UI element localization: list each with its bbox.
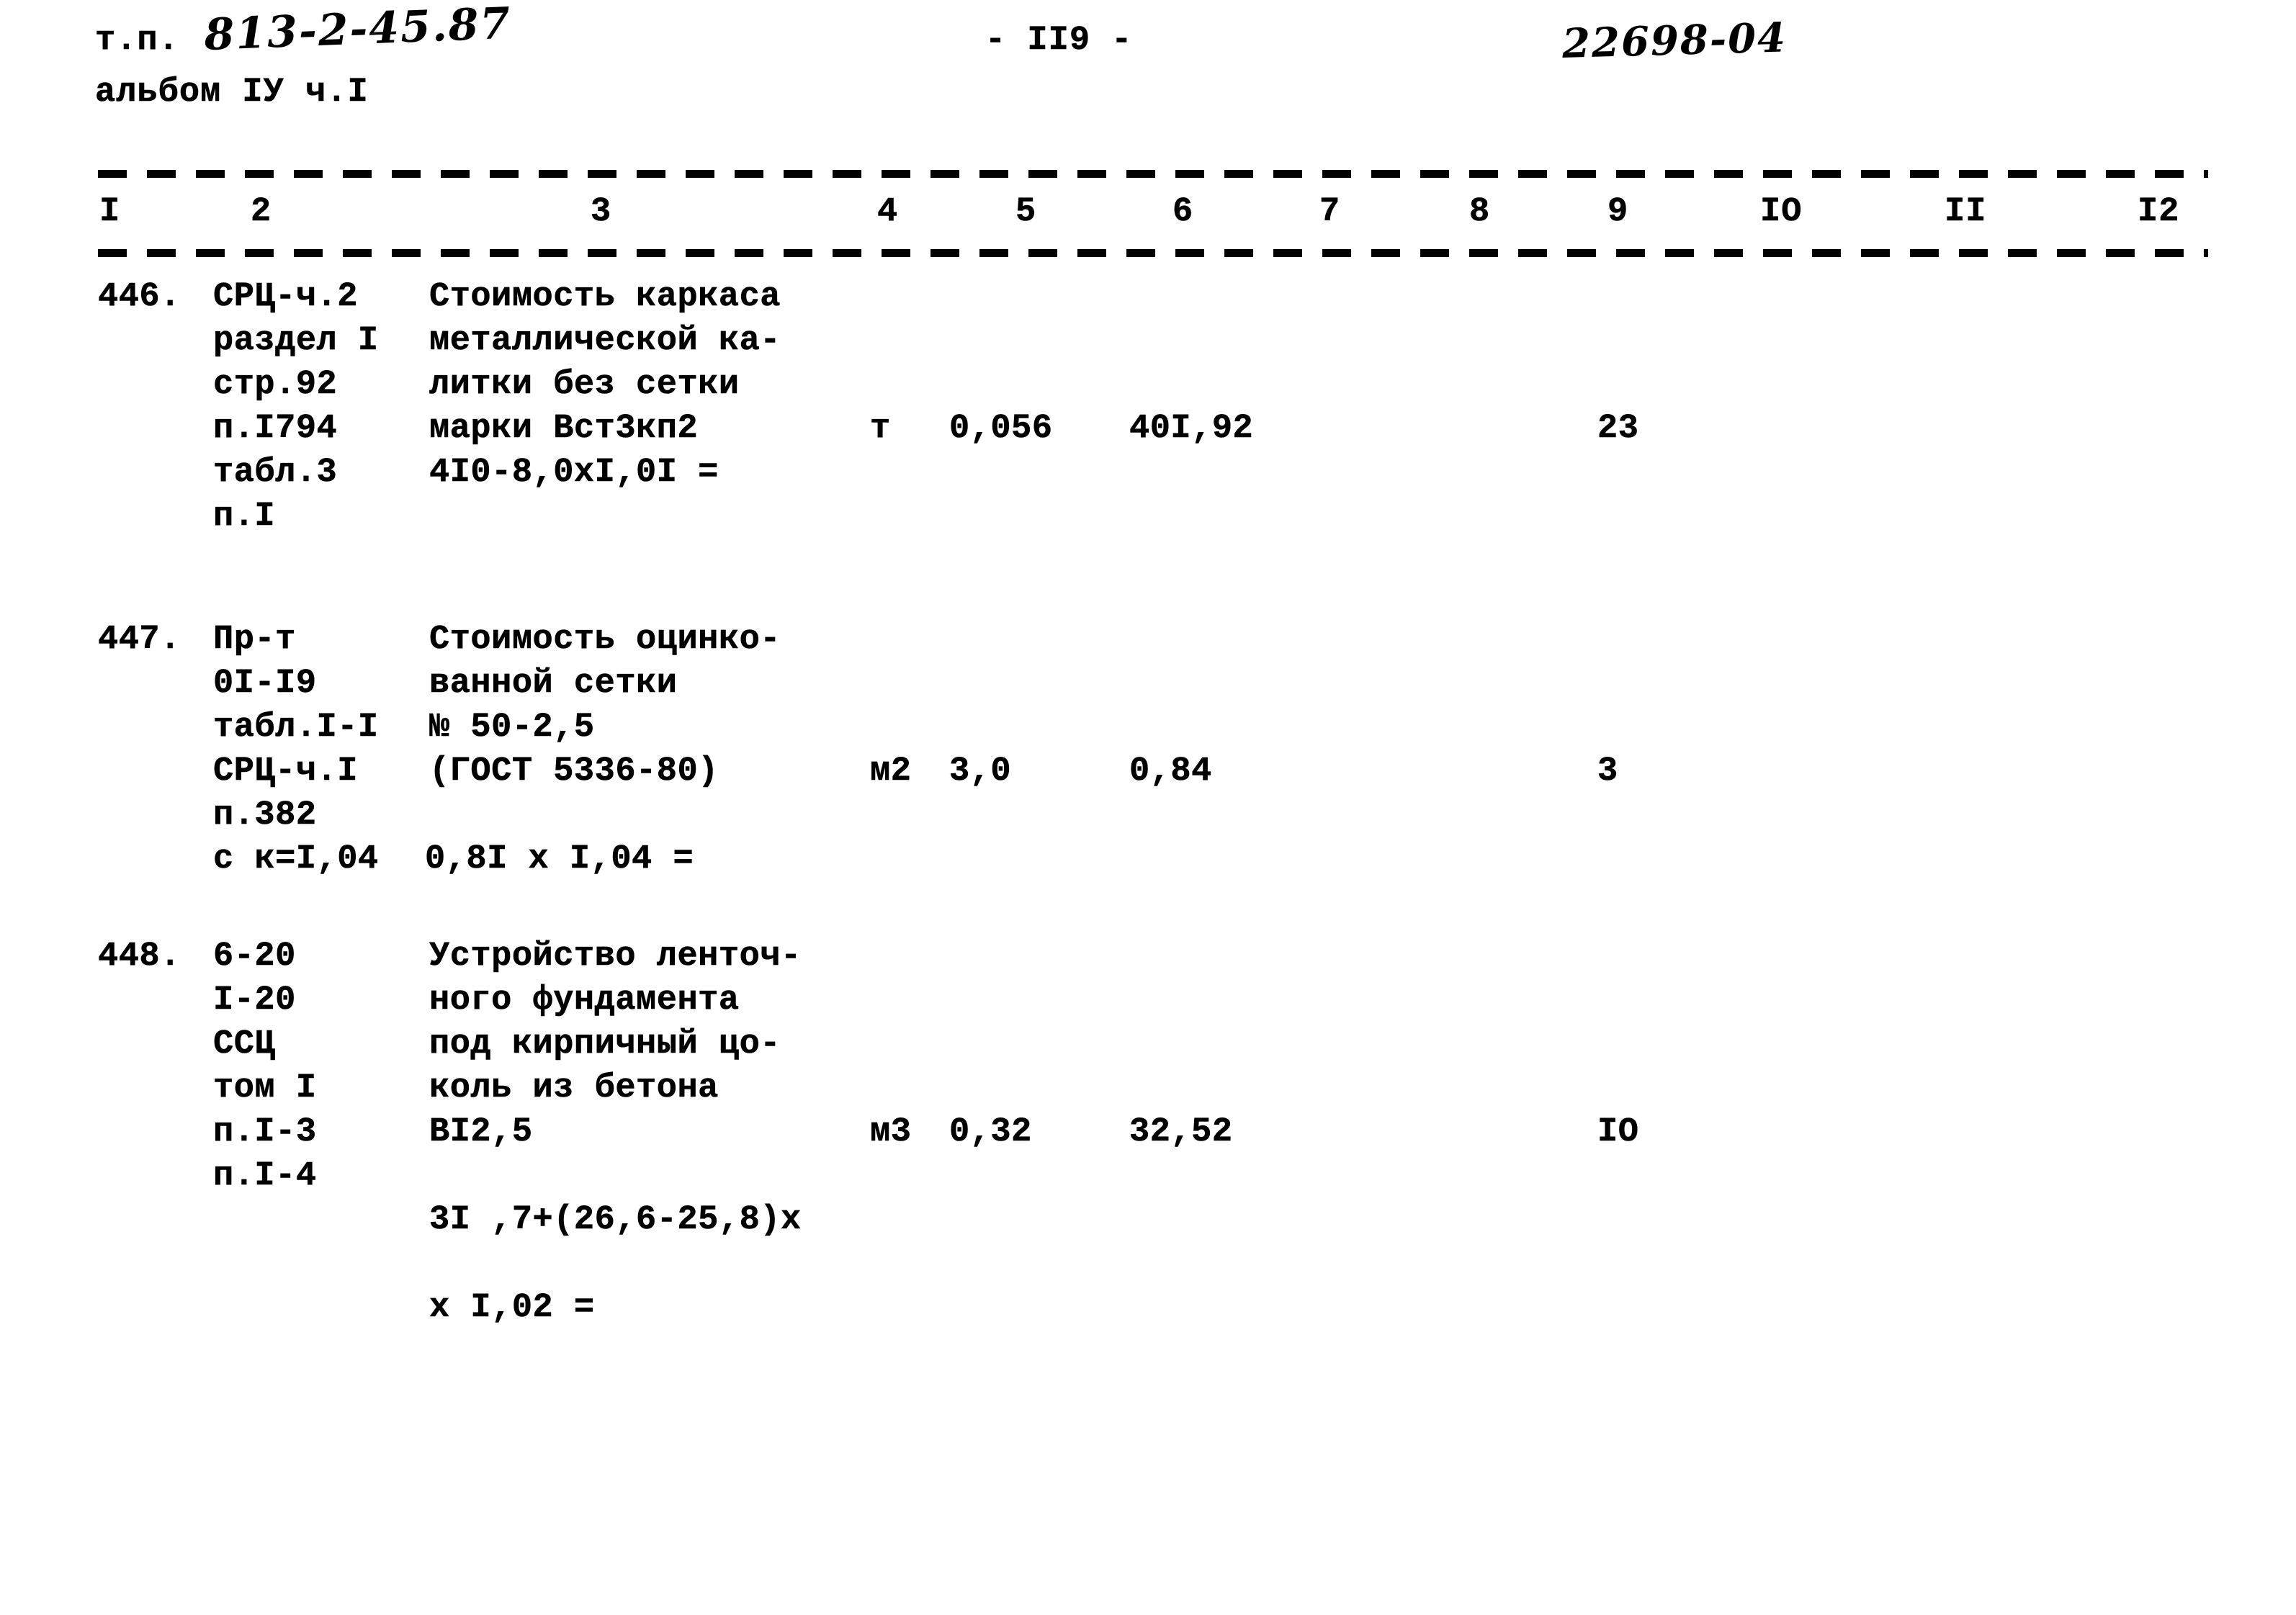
column-header-11: II: [1945, 193, 1987, 232]
row-number: 446.: [98, 278, 181, 317]
document-code-handwritten: 813-2-45.87: [203, 0, 513, 61]
row-price: 32,52: [1129, 1113, 1233, 1152]
column-header-1: I: [99, 193, 121, 232]
row-description: Стоимость оцинко- ванной сетки № 50-2,5 …: [429, 621, 781, 791]
row-formula: 4I0-8,0xI,0I =: [429, 454, 719, 492]
row-formula: 3I ,7+(26,6-25,8)х х I,02 =: [429, 1201, 802, 1328]
table-top-dashed-rule: [98, 170, 2208, 178]
row-quantity: 0,056: [949, 410, 1053, 449]
document-code-prefix: т.п.: [95, 22, 179, 60]
row-description: Стоимость каркаса металлической ка- литк…: [429, 278, 781, 449]
column-header-12: I2: [2138, 193, 2180, 232]
row-number: 447.: [98, 621, 181, 660]
page-number: - II9 -: [985, 22, 1133, 60]
row-number: 448.: [98, 937, 181, 976]
row-description: Устройство ленточ- ного фундамента под к…: [429, 937, 802, 1152]
archive-code-handwritten: 22698-04: [1561, 14, 1788, 68]
document-page: т.п. 813-2-45.87 альбом IУ ч.I - II9 - 2…: [0, 0, 2296, 1615]
row-unit: м3: [870, 1113, 912, 1152]
table-bottom-dashed-rule: [98, 249, 2208, 257]
row-price: 40I,92: [1129, 410, 1254, 449]
column-header-5: 5: [1015, 193, 1037, 232]
column-header-4: 4: [877, 193, 899, 232]
column-header-9: 9: [1607, 193, 1629, 232]
row-col9: IO: [1597, 1113, 1639, 1152]
row-formula: 0,8I x I,04 =: [425, 840, 694, 879]
column-header-8: 8: [1469, 193, 1491, 232]
row-price: 0,84: [1129, 752, 1212, 791]
row-reference: СРЦ-ч.2 раздел I стр.92 п.I794 табл.3 п.…: [213, 278, 379, 536]
row-col9: 23: [1597, 410, 1639, 449]
row-quantity: 3,0: [949, 752, 1012, 791]
row-col9: 3: [1597, 752, 1618, 791]
row-unit: м2: [870, 752, 912, 791]
row-unit: т: [870, 410, 891, 449]
album-label: альбом IУ ч.I: [95, 73, 369, 112]
row-reference: Пр-т 0I-I9 табл.I-I СРЦ-ч.I п.382 с к=I,…: [213, 621, 379, 879]
column-header-2: 2: [251, 193, 272, 232]
row-reference: 6-20 I-20 ССЦ том I п.I-3 п.I-4: [213, 937, 317, 1196]
column-header-3: 3: [591, 193, 612, 232]
column-header-7: 7: [1319, 193, 1341, 232]
column-header-6: 6: [1172, 193, 1194, 232]
row-quantity: 0,32: [949, 1113, 1032, 1152]
column-header-10: IO: [1760, 193, 1803, 232]
